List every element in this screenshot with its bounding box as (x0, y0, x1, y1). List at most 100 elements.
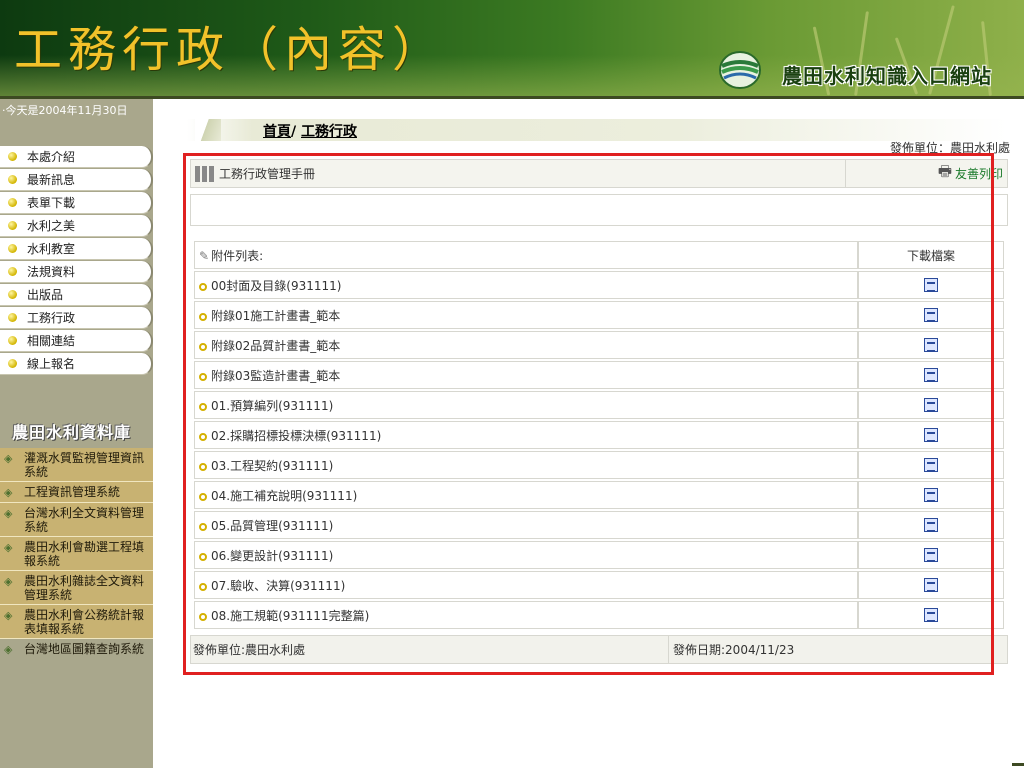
diamond-arrow-icon: ◈ (4, 643, 13, 656)
database-link[interactable]: ◈ 台灣地區圖籍查詢系統 (0, 639, 153, 659)
download-cell (858, 271, 1004, 299)
ring-bullet-icon (199, 552, 207, 561)
document-panel: 工務行政管理手冊 🖶 友善列印 ✎ 附件列表: 下載檔案 00封面及目錄(9311… (190, 155, 1008, 667)
sidebar-item-label: 最新訊息 (27, 173, 76, 187)
word-document-icon[interactable] (924, 278, 938, 293)
download-cell (858, 301, 1004, 329)
word-document-icon[interactable] (924, 368, 938, 383)
word-document-icon[interactable] (924, 338, 938, 353)
site-logo-icon[interactable] (718, 50, 762, 90)
site-name[interactable]: 農田水利知識入口網站 (782, 60, 992, 89)
attachment-name: 00封面及目錄(931111) (211, 278, 342, 293)
attachment-name: 附錄02品質計畫書_範本 (211, 338, 341, 353)
attachment-name: 05.品質管理(931111) (211, 518, 334, 533)
download-cell (858, 541, 1004, 569)
ring-bullet-icon (199, 522, 207, 531)
attachment-name: 03.工程契約(931111) (211, 458, 334, 473)
table-row: 附錄01施工計畫書_範本 (194, 301, 1004, 329)
download-cell (858, 601, 1004, 629)
sidebar: ‧今天是2004年11月30日 本處介紹 最新訊息 表單下載 水利之美 水利教室… (0, 99, 153, 768)
attachment-name-cell: 01.預算編列(931111) (194, 391, 858, 419)
sidebar-item-regulations[interactable]: 法規資料 (0, 261, 153, 283)
bullet-icon (8, 313, 17, 322)
document-title: 工務行政管理手冊 (219, 167, 316, 181)
word-document-icon[interactable] (924, 518, 938, 533)
sidebar-item-publications[interactable]: 出版品 (0, 284, 153, 306)
attachment-name-cell: 附錄03監造計畫書_範本 (194, 361, 858, 389)
word-document-icon[interactable] (924, 548, 938, 563)
sidebar-item-label: 水利教室 (27, 242, 76, 256)
paperclip-icon: ✎ (199, 248, 210, 263)
sidebar-item-label: 出版品 (27, 288, 64, 302)
word-document-icon[interactable] (924, 428, 938, 443)
attachment-name: 02.採購招標投標決標(931111) (211, 428, 382, 443)
word-document-icon[interactable] (924, 488, 938, 503)
sidebar-item-engineering-admin[interactable]: 工務行政 (0, 307, 153, 329)
breadcrumb-home-link[interactable]: 首頁 (263, 124, 291, 140)
sidebar-item-about[interactable]: 本處介紹 (0, 146, 153, 168)
attachment-name: 01.預算編列(931111) (211, 398, 334, 413)
ring-bullet-icon (199, 372, 207, 381)
database-section-title: 農田水利資料庫 (12, 423, 132, 442)
ring-bullet-icon (199, 582, 207, 591)
bullet-icon (8, 267, 17, 276)
sidebar-item-label: 法規資料 (27, 265, 76, 279)
database-link[interactable]: ◈ 灌溉水質監視管理資訊系統 (0, 448, 153, 482)
database-link[interactable]: ◈ 農田水利雜誌全文資料管理系統 (0, 571, 153, 605)
attachment-name-cell: 07.驗收、決算(931111) (194, 571, 858, 599)
diamond-arrow-icon: ◈ (4, 452, 13, 465)
attachments-header-row: ✎ 附件列表: 下載檔案 (194, 241, 1004, 269)
attachment-name: 附錄03監造計畫書_範本 (211, 368, 341, 383)
database-link[interactable]: ◈ 台灣水利全文資料管理系統 (0, 503, 153, 537)
sidebar-item-registration[interactable]: 線上報名 (0, 353, 153, 375)
print-button[interactable]: 🖶 友善列印 (845, 160, 1007, 187)
download-cell (858, 421, 1004, 449)
sidebar-item-links[interactable]: 相關連結 (0, 330, 153, 352)
download-cell (858, 331, 1004, 359)
breadcrumb-current-link[interactable]: 工務行政 (301, 124, 357, 140)
ring-bullet-icon (199, 282, 207, 291)
attachment-name-cell: 06.變更設計(931111) (194, 541, 858, 569)
database-link[interactable]: ◈ 農田水利會公務統計報表填報系統 (0, 605, 153, 639)
document-title-cell: 工務行政管理手冊 (191, 160, 845, 187)
database-link-label: 農田水利雜誌全文資料管理系統 (24, 574, 145, 602)
sidebar-item-forms[interactable]: 表單下載 (0, 192, 153, 214)
breadcrumb-swoosh-decoration (195, 119, 221, 141)
database-link[interactable]: ◈ 農田水利會勘選工程填報系統 (0, 537, 153, 571)
bullet-icon (8, 359, 17, 368)
database-link[interactable]: ◈ 工程資訊管理系統 (0, 482, 153, 503)
sidebar-item-beauty[interactable]: 水利之美 (0, 215, 153, 237)
download-cell (858, 391, 1004, 419)
download-cell (858, 481, 1004, 509)
table-row: 附錄03監造計畫書_範本 (194, 361, 1004, 389)
attachment-name-cell: 02.採購招標投標決標(931111) (194, 421, 858, 449)
sidebar-item-label: 相關連結 (27, 334, 76, 348)
sidebar-item-label: 表單下載 (27, 196, 76, 210)
attachments-table: ✎ 附件列表: 下載檔案 00封面及目錄(931111) 附錄01施工計畫書_範本… (194, 239, 1004, 631)
ring-bullet-icon (199, 462, 207, 471)
word-document-icon[interactable] (924, 608, 938, 623)
word-document-icon[interactable] (924, 308, 938, 323)
diamond-arrow-icon: ◈ (4, 486, 13, 499)
sidebar-item-label: 本處介紹 (27, 150, 76, 164)
attachment-name: 07.驗收、決算(931111) (211, 578, 346, 593)
word-document-icon[interactable] (924, 458, 938, 473)
print-label: 友善列印 (954, 167, 1003, 181)
document-body-empty (190, 194, 1008, 226)
page-title: 工務行政（內容） (14, 22, 447, 78)
word-document-icon[interactable] (924, 398, 938, 413)
bullet-icon (8, 152, 17, 161)
sidebar-item-label: 水利之美 (27, 219, 76, 233)
word-document-icon[interactable] (924, 578, 938, 593)
database-link-label: 工程資訊管理系統 (24, 485, 121, 499)
attachment-name-cell: 00封面及目錄(931111) (194, 271, 858, 299)
sidebar-item-classroom[interactable]: 水利教室 (0, 238, 153, 260)
sidebar-item-news[interactable]: 最新訊息 (0, 169, 153, 191)
database-link-label: 農田水利會公務統計報表填報系統 (24, 608, 145, 636)
attachment-name-cell: 04.施工補充說明(931111) (194, 481, 858, 509)
attachment-name-cell: 08.施工規範(931111完整篇) (194, 601, 858, 629)
diamond-arrow-icon: ◈ (4, 507, 13, 520)
sidebar-item-label: 工務行政 (27, 311, 76, 325)
bullet-icon (8, 290, 17, 299)
ring-bullet-icon (199, 612, 207, 621)
